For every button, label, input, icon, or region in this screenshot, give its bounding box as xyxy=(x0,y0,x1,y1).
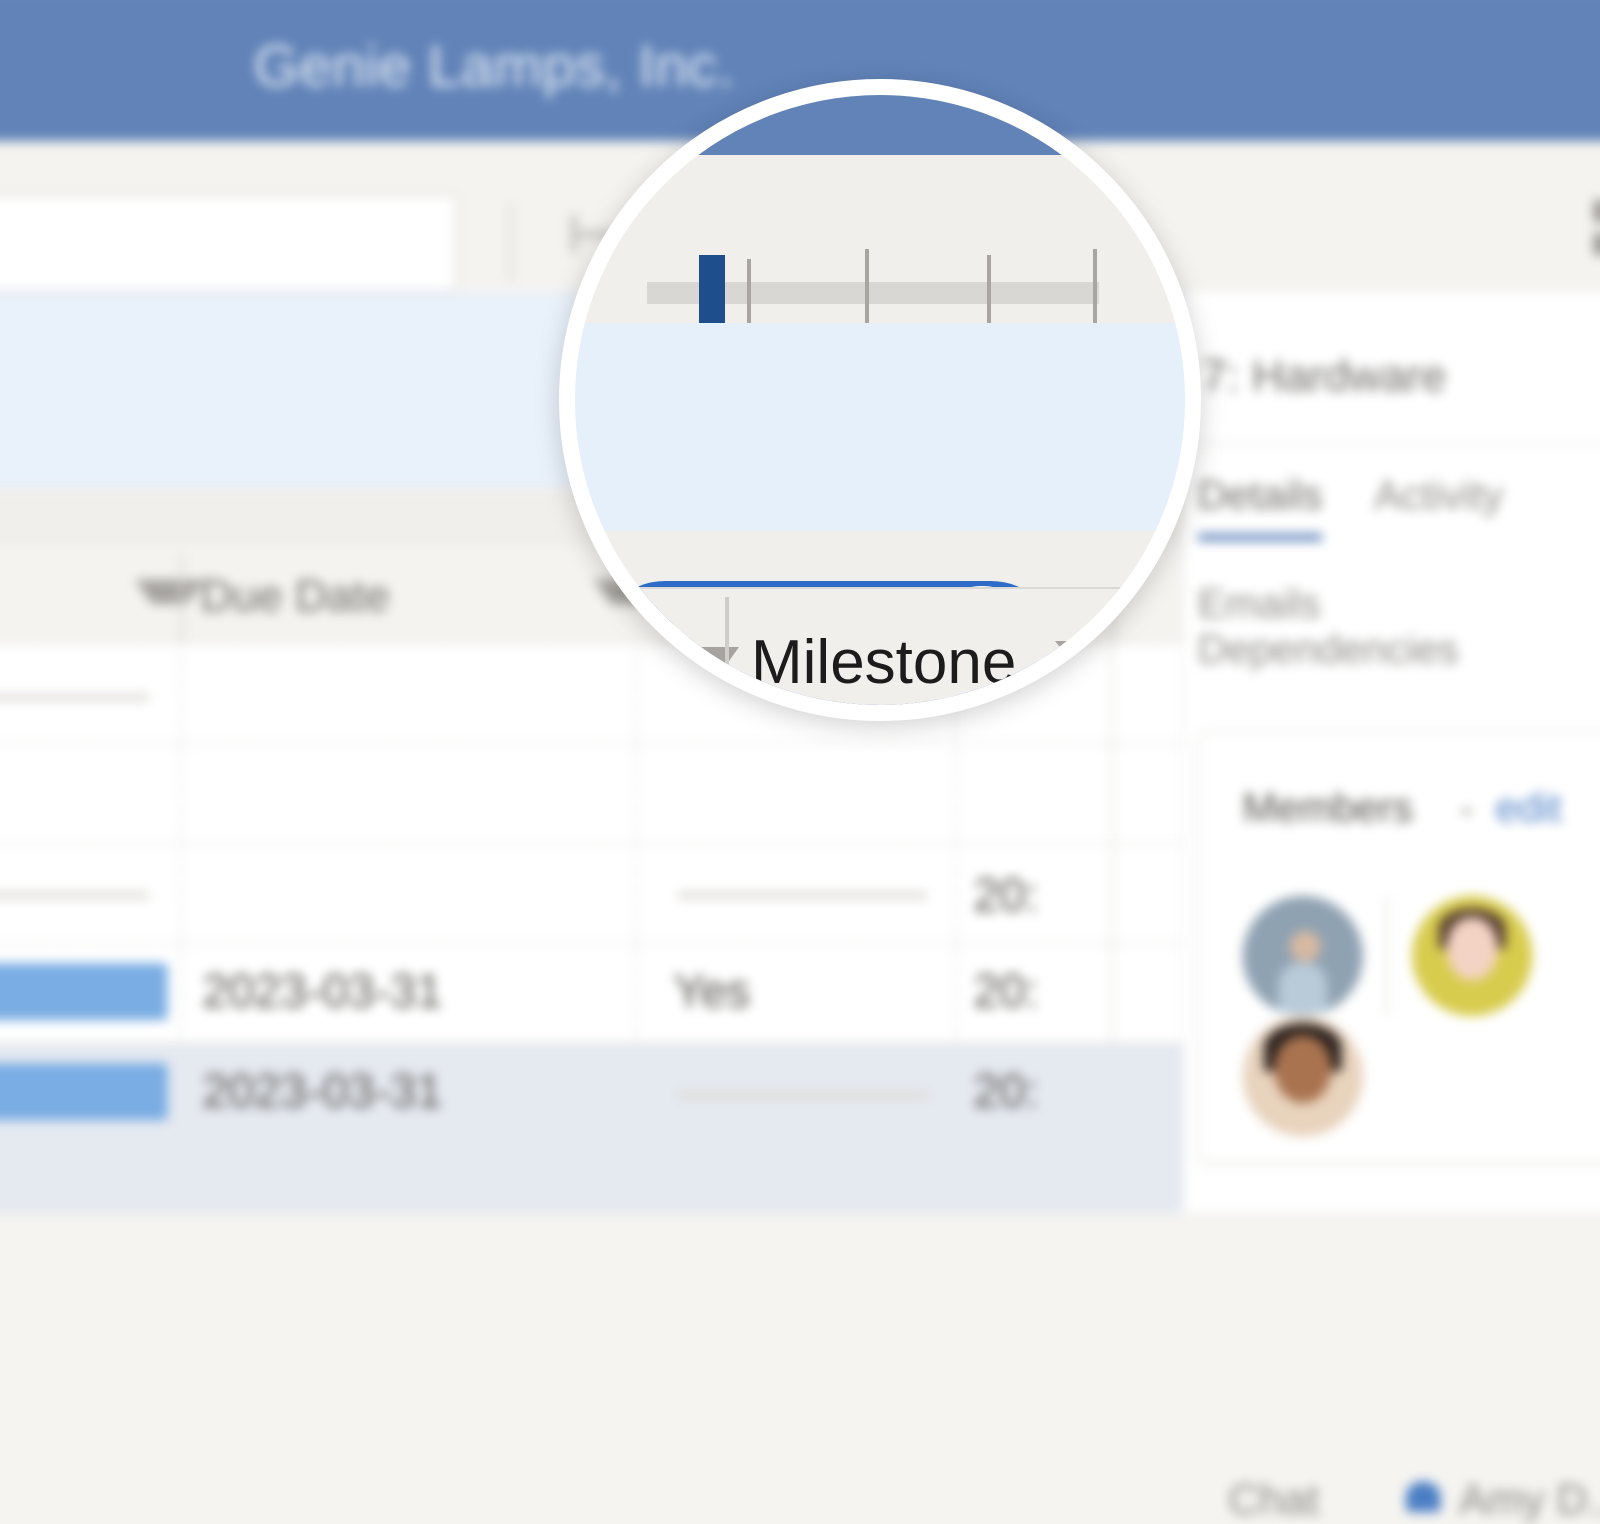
toolbar-glyph-bottom[interactable] xyxy=(1594,233,1600,255)
cell-extra: 20: xyxy=(973,1063,1038,1118)
filter-icon[interactable] xyxy=(135,580,204,604)
search-input[interactable] xyxy=(0,194,457,292)
divider xyxy=(1386,896,1389,1016)
members-label: Members xyxy=(1243,786,1413,832)
timeline-tick xyxy=(1093,249,1097,331)
toolbar-divider xyxy=(509,202,512,282)
members-avatar-list xyxy=(1243,896,1600,1137)
progress-bar xyxy=(0,963,168,1020)
table-row[interactable]: 2023-03-31 Yes 20: xyxy=(0,943,1183,1037)
table-row[interactable]: 2023-03-31 20: xyxy=(0,1043,1183,1214)
timeline-tick xyxy=(987,255,991,327)
chat-label: Chat xyxy=(1228,1475,1318,1524)
progress-bar xyxy=(0,1063,168,1120)
magnified-toolbar xyxy=(575,155,1201,323)
cell-due-date: 2023-03-31 xyxy=(202,963,442,1018)
tab-activity[interactable]: Activity xyxy=(1374,474,1503,520)
placeholder-bar xyxy=(0,892,149,899)
chat-person: Amy D... xyxy=(1459,1475,1600,1524)
chat-icon xyxy=(1406,1481,1441,1512)
timeline-tick xyxy=(865,249,869,331)
timeline-slider-thumb[interactable] xyxy=(699,255,725,329)
detail-title: 7: Hardware xyxy=(1202,351,1446,402)
tab-details[interactable]: Details xyxy=(1198,474,1323,541)
tab-dependencies[interactable]: Dependencies xyxy=(1198,628,1459,674)
avatar[interactable] xyxy=(1412,896,1532,1016)
detail-tabs-row-2: Emails Dependencies xyxy=(1198,582,1600,674)
avatar[interactable] xyxy=(1243,1016,1363,1136)
detail-tabs-row-1: Details Activity xyxy=(1198,474,1600,541)
column-header-milestone[interactable]: Milestone xyxy=(751,627,1016,698)
magnifier-lens: 0:01:19 Milestone xyxy=(559,79,1201,721)
cell-extra: 20: xyxy=(973,867,1038,922)
toolbar-glyph-top[interactable] xyxy=(1594,200,1600,222)
filter-icon[interactable] xyxy=(1055,641,1163,675)
column-divider xyxy=(1173,597,1177,721)
detail-panel: 7: Hardware Details Activity Emails Depe… xyxy=(1183,292,1600,1212)
magnified-app-header xyxy=(575,95,1201,155)
table-row[interactable] xyxy=(0,743,1183,837)
divider xyxy=(1184,443,1600,445)
separator-dot xyxy=(1463,808,1470,815)
magnified-table-header: Milestone xyxy=(575,587,1201,721)
cell-due-date: 2023-03-31 xyxy=(202,1063,442,1118)
placeholder-bar xyxy=(678,1092,928,1099)
placeholder-bar xyxy=(678,892,928,899)
cell-extra: 20: xyxy=(973,963,1038,1018)
column-header-due-date[interactable]: Due Date xyxy=(200,571,390,622)
magnified-timer-strip: 0:01:19 xyxy=(575,323,1201,531)
column-divider xyxy=(180,555,183,643)
members-edit-link[interactable]: edit xyxy=(1496,786,1562,832)
avatar[interactable] xyxy=(1243,896,1363,1016)
members-card: Members edit xyxy=(1198,731,1600,1163)
cell-milestone: Yes xyxy=(674,963,751,1018)
column-divider xyxy=(725,597,729,721)
placeholder-bar xyxy=(0,694,149,701)
tab-emails[interactable]: Emails xyxy=(1198,582,1320,628)
table-body: 20: 2023-03-31 Yes 20: 2023-03-31 20: xyxy=(0,643,1183,1212)
table-row[interactable]: 20: xyxy=(0,843,1183,937)
timeline-tick xyxy=(747,259,751,325)
